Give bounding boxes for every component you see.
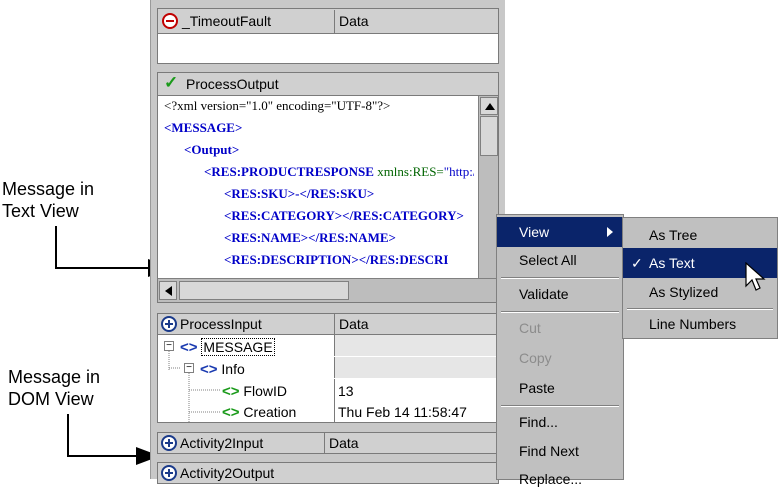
arrow-text-view bbox=[55, 226, 148, 269]
activity2input-type: Data bbox=[324, 433, 359, 453]
menu-item-label: View bbox=[519, 224, 550, 240]
submenu-item-as-tree[interactable]: As Tree bbox=[623, 220, 777, 250]
menu-item-copy: Copy bbox=[519, 350, 552, 366]
menu-item-replace[interactable]: Replace... bbox=[497, 464, 623, 494]
mouse-pointer-icon bbox=[745, 262, 766, 291]
menu-item-select-all[interactable]: Select All bbox=[497, 245, 623, 275]
fault-row[interactable]: _TimeoutFault Data bbox=[157, 8, 499, 34]
annotation-dom-view-line1: Message in bbox=[8, 367, 101, 387]
annotation-text-view-line1: Message in bbox=[2, 179, 95, 199]
tree-node-info[interactable]: <> Info bbox=[200, 358, 245, 380]
code-token: <RES:CATEGORY></RES:CATEGORY> bbox=[224, 208, 464, 223]
fault-value-field[interactable] bbox=[157, 34, 499, 64]
element-node-icon: <> bbox=[200, 361, 218, 378]
code-lines[interactable]: <?xml version="1.0" encoding="UTF-8"?> <M… bbox=[164, 96, 474, 277]
code-token: <RES:DESCRIPTION></RES:DESCRI bbox=[224, 252, 449, 267]
input-type: Data bbox=[334, 314, 369, 334]
code-line[interactable]: <RES:DESCRIPTION></RES:DESCRI bbox=[164, 249, 474, 271]
checkmark-icon: ✓ bbox=[631, 255, 643, 271]
scroll-left-arrow-icon bbox=[165, 286, 172, 296]
menu-item-validate[interactable]: Validate bbox=[497, 279, 623, 309]
code-token: <RES:PRODUCTRESPONSE bbox=[204, 164, 374, 179]
code-token: <Output> bbox=[184, 142, 240, 157]
annotation-dom-view: Message in DOM View bbox=[8, 366, 148, 410]
tree-node-creation[interactable]: <> Creation bbox=[222, 401, 297, 422]
fault-name: _TimeoutFault bbox=[182, 13, 271, 29]
output-header: ✓ ProcessOutput bbox=[157, 72, 499, 96]
tree-row-divider bbox=[334, 356, 498, 357]
code-token: <RES:NAME></RES:NAME> bbox=[224, 230, 396, 245]
activity2input-name: Activity2Input bbox=[180, 435, 264, 451]
code-token: xmlns:RES= bbox=[373, 164, 444, 179]
code-token: <RES:SKU>-</RES:SKU> bbox=[224, 186, 375, 201]
menu-item-find-next[interactable]: Find Next bbox=[497, 436, 623, 466]
leaf-node-icon: <> bbox=[222, 383, 240, 400]
tree-node-label: FlowID bbox=[243, 383, 287, 399]
submenu-item-line-numbers[interactable]: Line Numbers bbox=[623, 309, 777, 339]
add-circle-icon[interactable] bbox=[161, 316, 177, 332]
input-tree[interactable]: − − <> MESSAGE <> Info <> FlowID 13 <> C… bbox=[157, 335, 499, 423]
tree-node-label: Creation bbox=[243, 404, 297, 420]
activity2input-header[interactable]: Activity2Input Data bbox=[157, 432, 499, 454]
code-token: "http:// bbox=[443, 164, 474, 179]
horizontal-scrollbar[interactable] bbox=[158, 278, 498, 302]
code-line[interactable]: <RES:NAME></RES:NAME> bbox=[164, 227, 474, 249]
input-name: ProcessInput bbox=[180, 316, 262, 332]
tree-node-flowid-value[interactable]: 13 bbox=[338, 380, 354, 402]
scroll-up-arrow-icon bbox=[485, 103, 495, 110]
menu-item-paste[interactable]: Paste bbox=[497, 373, 623, 403]
scroll-thumb[interactable] bbox=[480, 116, 498, 156]
tree-node-label: Info bbox=[221, 361, 245, 377]
scroll-left-button[interactable] bbox=[159, 281, 177, 300]
input-header[interactable]: ProcessInput Data bbox=[157, 313, 499, 335]
annotation-dom-view-line2: DOM View bbox=[8, 389, 94, 409]
collapse-message-icon[interactable]: − bbox=[164, 341, 174, 351]
submenu-arrow-icon bbox=[607, 227, 613, 237]
menu-item-find[interactable]: Find... bbox=[497, 407, 623, 437]
code-token: <MESSAGE> bbox=[164, 120, 243, 135]
tree-node-label: MESSAGE bbox=[201, 338, 275, 356]
activity2output-header[interactable]: Activity2Output bbox=[157, 462, 499, 484]
tree-node-message[interactable]: <> MESSAGE bbox=[180, 336, 275, 358]
annotation-text-view-line2: Text View bbox=[2, 201, 79, 221]
process-panel: _TimeoutFault Data ✓ ProcessOutput <?xml… bbox=[150, 0, 505, 484]
code-line[interactable]: <RES:SKU>-</RES:SKU> bbox=[164, 183, 474, 205]
tree-node-creation-value[interactable]: Thu Feb 14 11:58:47 bbox=[338, 401, 467, 422]
code-line[interactable]: <MESSAGE> bbox=[164, 117, 474, 139]
scroll-up-button[interactable] bbox=[480, 97, 498, 115]
check-icon: ✓ bbox=[164, 73, 179, 92]
code-line[interactable]: <RES:PRODUCTRESPONSE xmlns:RES="http:// bbox=[164, 161, 474, 183]
menu-item-cut: Cut bbox=[519, 320, 541, 336]
menu-item-view[interactable]: View bbox=[497, 217, 623, 247]
code-line[interactable]: <RES:CATEGORY></RES:CATEGORY> bbox=[164, 205, 474, 227]
output-text-area[interactable]: <?xml version="1.0" encoding="UTF-8"?> <M… bbox=[157, 96, 499, 303]
code-line[interactable]: <Output> bbox=[164, 139, 474, 161]
flowid-value-cell bbox=[334, 379, 498, 401]
code-token: <?xml version="1.0" encoding="UTF-8"?> bbox=[164, 98, 391, 113]
add-circle-icon[interactable] bbox=[161, 435, 177, 451]
output-title: ProcessOutput bbox=[186, 76, 279, 92]
fault-type: Data bbox=[334, 10, 369, 34]
remove-circle-icon[interactable] bbox=[162, 13, 178, 29]
tree-node-flowid[interactable]: <> FlowID bbox=[222, 380, 287, 402]
activity2output-name: Activity2Output bbox=[180, 465, 275, 481]
element-node-icon: <> bbox=[180, 339, 198, 356]
context-menu: View Select All Validate Cut Copy Paste … bbox=[496, 214, 624, 487]
leaf-node-icon: <> bbox=[222, 404, 240, 421]
submenu-item-label: As Text bbox=[649, 255, 695, 271]
code-line[interactable]: <?xml version="1.0" encoding="UTF-8"?> bbox=[164, 96, 474, 117]
arrow-dom-view bbox=[67, 414, 136, 457]
collapse-info-icon[interactable]: − bbox=[184, 363, 194, 373]
annotation-text-view: Message in Text View bbox=[2, 178, 142, 222]
horizontal-scroll-thumb[interactable] bbox=[179, 281, 349, 300]
